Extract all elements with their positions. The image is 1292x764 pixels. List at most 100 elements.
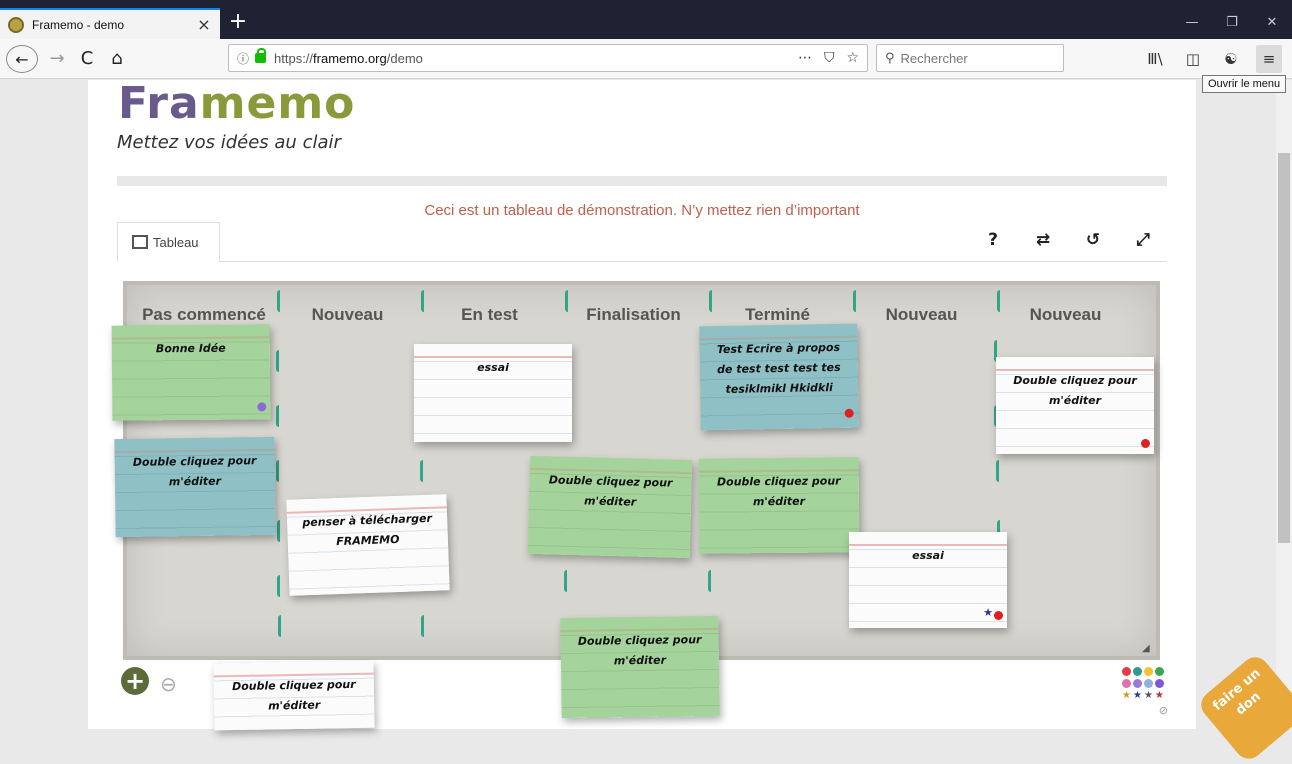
divider [117,176,1167,186]
sticky-note[interactable]: Test Ecrire à propos de test test test t… [699,323,859,431]
color-marker-icon [994,611,1003,620]
column-title[interactable]: Nouveau [1008,305,1123,325]
pocket-icon[interactable]: ⛉ [824,50,835,66]
sticky-note[interactable]: Bonne Idée [111,324,271,421]
resize-handle-icon[interactable]: ◢ [1142,643,1150,654]
column-separator[interactable] [421,290,424,312]
tagline: Mettez vos idées au clair [117,132,341,153]
note-text: Double cliquez pour m'éditer [548,473,673,509]
column-separator[interactable] [276,405,279,427]
column-separator[interactable] [277,520,280,542]
menu-tooltip: Ouvrir le menu [1202,75,1287,93]
menu-hamburger-icon[interactable]: ≡ [1256,45,1282,73]
minimize-button[interactable]: — [1172,8,1212,38]
palette-teal-dot[interactable] [1133,667,1142,676]
note-text: Double cliquez pour m'éditer [716,474,841,509]
clear-marker-icon[interactable]: ⊘ [1122,704,1168,717]
browser-navbar: ← → C ⌂ ⓘ https://framemo.org/demo ⋯ ⛉ ☆… [0,39,1292,79]
palette-star-icon[interactable]: ★ [1133,691,1142,701]
column-separator[interactable] [277,290,280,312]
sticky-note[interactable]: essai ★ [849,532,1007,628]
sticky-note[interactable]: Double cliquez pour m'éditer [698,457,860,554]
column-separator[interactable] [420,460,423,482]
page-actions-icon[interactable]: ⋯ [798,50,812,66]
note-text: essai [912,549,944,562]
column-separator[interactable] [708,570,711,592]
note-text: Double cliquez pour m'éditer [1013,374,1137,407]
palette-green-dot[interactable] [1155,667,1164,676]
column-separator[interactable] [997,290,1000,312]
history-icon[interactable]: ↺ [1068,230,1118,250]
column-separator[interactable] [276,460,279,482]
browser-tab[interactable]: Framemo - demo × [0,8,220,39]
extension-icon[interactable]: ☯ [1218,45,1244,73]
column-separator[interactable] [277,575,280,597]
home-button[interactable]: ⌂ [104,45,130,73]
column-separator[interactable] [276,350,279,372]
palette-purple-dot[interactable] [1133,679,1142,688]
column-separator[interactable] [853,290,856,312]
toolbar-icons: Ⅲ\ ◫ ☯ ≡ [1142,45,1282,73]
note-text: penser à télécharger FRAMEMO [302,511,433,549]
palette-yellow-dot[interactable] [1144,667,1153,676]
restore-button[interactable]: ❐ [1212,8,1252,38]
column-separator[interactable] [996,460,999,482]
back-button[interactable]: ← [6,45,38,73]
fullscreen-icon[interactable]: ⤢ [1118,230,1168,250]
info-icon[interactable]: ⓘ [237,50,249,67]
close-window-button[interactable]: ✕ [1252,8,1292,38]
color-marker-icon [844,408,854,418]
star-icon: ★ [983,606,993,619]
sticky-note[interactable]: Double cliquez pour m'éditer [996,357,1154,454]
column-separator[interactable] [564,570,567,592]
search-placeholder: Rechercher [900,50,968,66]
column-separator[interactable] [421,615,424,637]
zoom-out-icon[interactable]: ⊖ [160,672,177,696]
tab-underline [219,261,1167,262]
library-icon[interactable]: Ⅲ\ [1142,45,1168,73]
palette-pink-dot[interactable] [1122,679,1131,688]
sticky-note[interactable]: penser à télécharger FRAMEMO [286,494,450,596]
note-text: Bonne Idée [155,341,226,356]
demo-warning-message: Ceci est un tableau de démonstration. N’… [424,202,860,219]
bookmark-star-icon[interactable]: ☆ [846,50,859,66]
palette-red-dot[interactable] [1122,667,1131,676]
help-icon[interactable]: ? [968,230,1018,250]
column-title[interactable]: Pas commencé [134,305,274,325]
palette-violet-dot[interactable] [1155,679,1164,688]
switch-icon[interactable]: ⇄ [1018,230,1068,250]
window-controls: — ❐ ✕ [1172,8,1292,38]
sidebar-icon[interactable]: ◫ [1180,45,1206,73]
palette-star-icon[interactable]: ★ [1144,691,1153,701]
sticky-note[interactable]: Double cliquez pour m'éditer [560,615,720,719]
forward-button[interactable]: → [45,45,69,73]
board-tools: ? ⇄ ↺ ⤢ [968,230,1168,250]
column-title[interactable]: Nouveau [290,305,405,325]
scrollbar-thumb[interactable] [1278,153,1290,543]
sticky-note[interactable]: essai [414,344,572,442]
palette-star-icon[interactable]: ★ [1155,691,1164,701]
add-note-button[interactable]: + [121,667,149,695]
sticky-note[interactable]: Double cliquez pour m'éditer [114,436,276,538]
tab-tableau[interactable]: Tableau [117,222,220,262]
column-separator[interactable] [278,615,281,637]
column-title[interactable]: Terminé [720,305,835,325]
url-bar[interactable]: ⓘ https://framemo.org/demo ⋯ ⛉ ☆ [228,44,868,72]
palette-lightblue-dot[interactable] [1144,679,1153,688]
new-tab-button[interactable]: + [224,8,252,38]
palette-star-icon[interactable]: ★ [1122,691,1131,701]
reload-button[interactable]: C [74,45,100,73]
column-separator[interactable] [565,290,568,312]
column-title[interactable]: Nouveau [864,305,979,325]
sticky-note[interactable]: Double cliquez pour m'éditer [527,455,693,559]
framemo-favicon-icon [8,16,24,33]
framemo-logo[interactable]: Framemo [118,78,355,129]
search-input[interactable]: ⚲ Rechercher [876,44,1064,72]
column-separator[interactable] [709,290,712,312]
search-icon: ⚲ [885,50,895,66]
column-title[interactable]: En test [432,305,547,325]
tab-close-icon[interactable]: × [196,15,212,34]
url-text[interactable]: https://framemo.org/demo [274,51,798,66]
sticky-note[interactable]: Double cliquez pour m'éditer [213,660,375,731]
column-title[interactable]: Finalisation [576,305,691,325]
